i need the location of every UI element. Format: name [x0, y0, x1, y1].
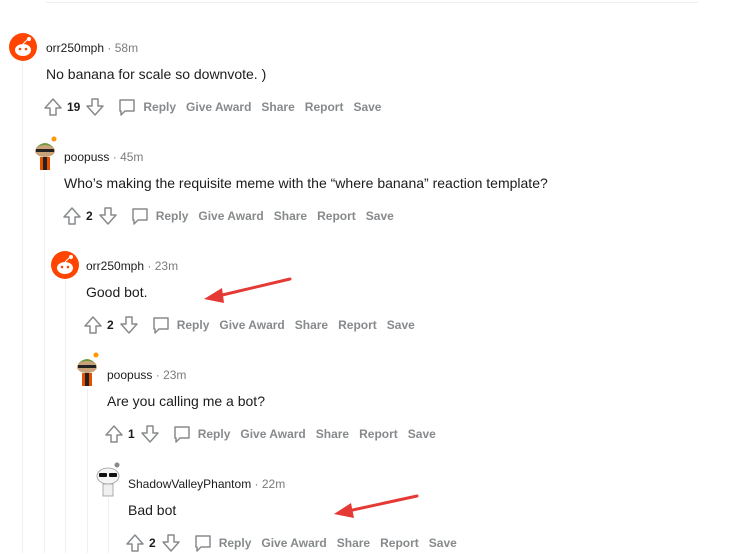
comment-actions: 19 Reply Give Award Share Report Save: [43, 96, 381, 118]
give-award-button[interactable]: Give Award: [219, 318, 284, 332]
save-button[interactable]: Save: [429, 536, 457, 550]
reply-label: Reply: [176, 318, 210, 332]
upvote-icon[interactable]: [104, 424, 124, 444]
meta-separator: ·: [147, 259, 152, 273]
report-button[interactable]: Report: [338, 318, 377, 332]
avatar[interactable]: [50, 250, 80, 280]
comment-meta: orr250mph · 58m: [46, 41, 138, 55]
author-name[interactable]: ShadowValleyPhantom: [128, 477, 251, 491]
vote-score: 1: [128, 427, 135, 441]
give-award-button[interactable]: Give Award: [198, 209, 263, 223]
reply-button[interactable]: Reply: [130, 206, 189, 226]
comment-body: Good bot.: [86, 284, 148, 300]
vote-score: 2: [86, 209, 93, 223]
annotation-arrow: [334, 494, 419, 518]
upvote-icon[interactable]: [83, 315, 103, 335]
report-button[interactable]: Report: [380, 536, 419, 550]
give-award-button[interactable]: Give Award: [240, 427, 305, 441]
meta-separator: ·: [155, 368, 160, 382]
meta-separator: ·: [107, 41, 112, 55]
thread-line: [65, 280, 66, 553]
reply-label: Reply: [218, 536, 252, 550]
avatar[interactable]: [8, 32, 38, 62]
comment-actions: 1 Reply Give Award Share Report Save: [104, 423, 436, 445]
comment-meta: poopuss · 23m: [107, 368, 186, 382]
author-name[interactable]: poopuss: [107, 368, 152, 382]
share-button[interactable]: Share: [316, 427, 349, 441]
vote-score: 2: [149, 536, 156, 550]
share-button[interactable]: Share: [274, 209, 307, 223]
upvote-icon[interactable]: [62, 206, 82, 226]
downvote-icon[interactable]: [119, 315, 139, 335]
report-button[interactable]: Report: [317, 209, 356, 223]
comment-time[interactable]: 23m: [155, 259, 178, 273]
comment-body: Bad bot: [128, 502, 177, 518]
comment-meta: poopuss · 45m: [64, 150, 143, 164]
comment-body: Who’s making the requisite meme with the…: [64, 175, 548, 191]
avatar[interactable]: [72, 352, 102, 386]
save-button[interactable]: Save: [408, 427, 436, 441]
vote-score: 2: [107, 318, 114, 332]
downvote-icon[interactable]: [98, 206, 118, 226]
reply-button[interactable]: Reply: [151, 315, 210, 335]
comment-time[interactable]: 23m: [163, 368, 186, 382]
comment-body: Are you calling me a bot?: [107, 393, 265, 409]
give-award-button[interactable]: Give Award: [261, 536, 326, 550]
save-button[interactable]: Save: [366, 209, 394, 223]
meta-separator: ·: [254, 477, 259, 491]
avatar[interactable]: [30, 136, 60, 170]
reply-button[interactable]: Reply: [193, 533, 252, 553]
report-button[interactable]: Report: [305, 100, 344, 114]
comment-time[interactable]: 22m: [262, 477, 285, 491]
author-name[interactable]: orr250mph: [46, 41, 104, 55]
reply-button[interactable]: Reply: [172, 424, 231, 444]
thread-line: [87, 389, 88, 553]
share-button[interactable]: Share: [261, 100, 294, 114]
snoo-green-hat-avatar-icon: [77, 352, 99, 386]
snoo-sunglasses-avatar-icon: [96, 462, 120, 497]
comment-actions: 2 Reply Give Award Share Report Save: [125, 532, 457, 554]
comment-meta: orr250mph · 23m: [86, 259, 178, 273]
save-button[interactable]: Save: [387, 318, 415, 332]
reply-label: Reply: [155, 209, 189, 223]
comment-bubble-icon: [131, 208, 148, 225]
author-name[interactable]: orr250mph: [86, 259, 144, 273]
save-button[interactable]: Save: [353, 100, 381, 114]
author-name[interactable]: poopuss: [64, 150, 109, 164]
downvote-icon[interactable]: [161, 533, 181, 553]
upvote-icon[interactable]: [43, 97, 63, 117]
comment-actions: 2 Reply Give Award Share Report Save: [62, 205, 394, 227]
reply-label: Reply: [143, 100, 177, 114]
downvote-icon[interactable]: [140, 424, 160, 444]
thread-line: [108, 498, 109, 553]
comment-time[interactable]: 45m: [120, 150, 143, 164]
comment-time[interactable]: 58m: [115, 41, 138, 55]
vote-score: 19: [67, 100, 81, 114]
comment-bubble-icon: [194, 535, 211, 552]
thread-line: [44, 171, 45, 553]
give-award-button[interactable]: Give Award: [186, 100, 251, 114]
report-button[interactable]: Report: [359, 427, 398, 441]
comment-meta: ShadowValleyPhantom · 22m: [128, 477, 285, 491]
top-divider: [46, 2, 698, 3]
reddit-snoo-avatar-icon: [51, 251, 79, 279]
thread-line: [22, 62, 23, 553]
downvote-icon[interactable]: [85, 97, 105, 117]
reddit-snoo-avatar-icon: [9, 33, 37, 61]
reply-label: Reply: [197, 427, 231, 441]
annotation-arrow: [204, 277, 292, 303]
comment-body: No banana for scale so downvote. ): [46, 66, 267, 82]
comment-bubble-icon: [173, 426, 190, 443]
comment-bubble-icon: [119, 99, 136, 116]
avatar[interactable]: [93, 462, 123, 497]
share-button[interactable]: Share: [295, 318, 328, 332]
reply-button[interactable]: Reply: [117, 97, 176, 117]
upvote-icon[interactable]: [125, 533, 145, 553]
share-button[interactable]: Share: [337, 536, 370, 550]
comment-actions: 2 Reply Give Award Share Report Save: [83, 314, 415, 336]
meta-separator: ·: [112, 150, 117, 164]
snoo-green-hat-avatar-icon: [35, 136, 57, 170]
comment-bubble-icon: [152, 317, 169, 334]
